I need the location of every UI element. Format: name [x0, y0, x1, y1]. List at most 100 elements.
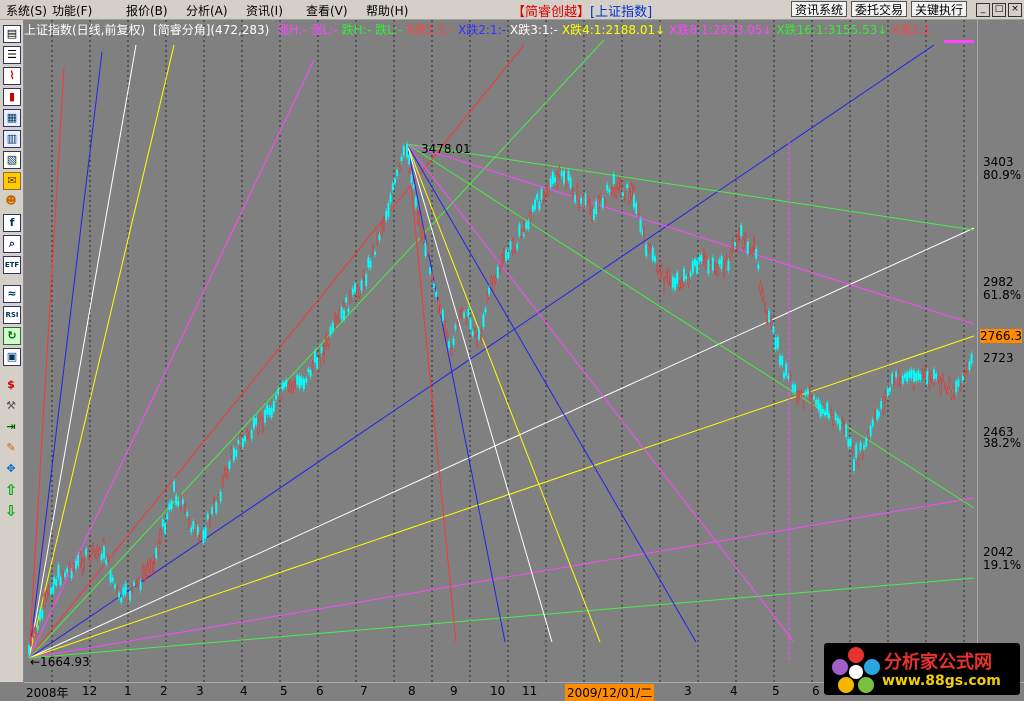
users-icon[interactable]: ☻ — [3, 193, 19, 209]
menu-help[interactable]: 帮助(H) — [366, 2, 408, 19]
candle-body — [30, 636, 33, 645]
wrench-icon[interactable]: ⚒ — [3, 398, 19, 414]
info-system-button[interactable]: 资讯系统 — [791, 1, 848, 17]
rsi-icon[interactable]: RSI — [3, 306, 21, 324]
report-icon[interactable]: ▤ — [3, 25, 21, 43]
flower-logo-icon — [832, 647, 880, 693]
indicator-status-line: 上证指数(日线,前复权) [简睿分角](472,283) 涨H:- 涨L:- 跌H:… — [24, 21, 939, 37]
candle-body — [538, 201, 541, 210]
menu-quote[interactable]: 报价(B) — [126, 2, 168, 19]
zoom-icon[interactable]: ⌕ — [3, 235, 21, 253]
calendar-icon[interactable]: ▣ — [3, 348, 21, 366]
candle-body — [950, 392, 953, 398]
candle-body — [235, 449, 238, 457]
candle-body — [707, 260, 710, 274]
candle-body — [131, 587, 134, 592]
candle-body — [897, 371, 900, 385]
trade-button[interactable]: 委托交易 — [851, 1, 908, 17]
fan-blue-down-2 — [406, 143, 697, 643]
up-arrow-icon[interactable]: ⇧ — [3, 482, 19, 498]
candle-body — [933, 369, 936, 380]
candle-body — [91, 545, 94, 553]
candle-body — [691, 260, 694, 273]
candle-body — [96, 546, 99, 559]
mail-icon[interactable]: ✉ — [3, 172, 21, 190]
price-chart[interactable]: 3478.01 ←1664.93 — [24, 20, 976, 682]
candle-body — [202, 530, 205, 544]
candle-body — [268, 407, 271, 415]
menu-view[interactable]: 查看(V) — [306, 2, 348, 19]
candle-body — [727, 260, 730, 271]
candle-body — [899, 379, 902, 386]
candle-body — [298, 375, 301, 388]
candle-body — [855, 444, 858, 458]
candle-body — [921, 371, 924, 377]
minimize-button[interactable]: _ — [976, 3, 990, 17]
fan-green-down-steep — [406, 143, 975, 509]
fan-yellow-long — [28, 335, 975, 659]
candle-body — [781, 356, 784, 366]
candle-body — [689, 272, 692, 277]
candle-body — [371, 246, 374, 254]
candle-body — [482, 314, 485, 327]
candle-body — [186, 512, 189, 516]
doc-icon[interactable]: ▧ — [3, 151, 21, 169]
line-chart-icon[interactable]: ⌇ — [3, 67, 21, 85]
candle-body — [159, 530, 162, 543]
candle-body — [884, 392, 887, 398]
menu-info[interactable]: 资讯(I) — [246, 2, 283, 19]
candle-body — [296, 375, 299, 385]
candle-body — [259, 414, 262, 419]
export-icon[interactable]: ⇥ — [3, 419, 19, 435]
candle-body — [939, 379, 942, 393]
pencil-icon[interactable]: ✎ — [3, 440, 19, 456]
candle-body — [429, 267, 432, 274]
candle-body — [764, 302, 767, 312]
menu-analysis[interactable]: 分析(A) — [186, 2, 228, 19]
refresh-icon[interactable]: ↻ — [3, 327, 21, 345]
candle-body — [869, 425, 872, 437]
candle-body — [61, 571, 64, 580]
candle-body — [351, 288, 354, 295]
menu-function[interactable]: 功能(F) — [52, 2, 92, 19]
candle-body — [815, 399, 818, 406]
candle-body — [243, 435, 246, 441]
candle-body — [363, 279, 366, 289]
candle-body — [749, 246, 752, 254]
grid-icon[interactable]: ▦ — [3, 109, 21, 127]
table-icon[interactable]: ▥ — [3, 130, 21, 148]
key-execute-button[interactable]: 关键执行 — [911, 1, 968, 17]
candle-body — [261, 419, 264, 432]
list-icon[interactable]: ☰ — [3, 46, 21, 64]
candle-body — [43, 594, 46, 607]
candle-body — [955, 381, 958, 393]
menu-system[interactable]: 系统(S) — [6, 2, 47, 19]
candle-body — [601, 197, 604, 208]
candle-body — [841, 418, 844, 423]
candle-body — [740, 224, 743, 236]
candle-body — [836, 417, 839, 424]
candle-body — [289, 381, 292, 391]
gann-fans — [28, 39, 975, 660]
dollar-icon[interactable]: $ — [3, 377, 19, 393]
move-icon[interactable]: ✥ — [3, 461, 19, 477]
indicator-value: X跌8:1:2833.05↓ — [669, 23, 773, 37]
wave-icon[interactable]: ≈ — [3, 285, 21, 303]
candle-body — [830, 410, 833, 416]
candle-body — [55, 578, 58, 586]
candle-body — [414, 197, 417, 208]
candle-body — [571, 188, 574, 198]
etf-icon[interactable]: ETF — [3, 256, 21, 274]
close-button[interactable]: × — [1008, 3, 1022, 17]
candle-body — [734, 241, 737, 247]
down-arrow-icon[interactable]: ⇩ — [3, 503, 19, 519]
candle-body — [787, 375, 790, 379]
restore-button[interactable]: □ — [992, 3, 1006, 17]
candle-body — [143, 567, 146, 580]
candle-icon[interactable]: ▮ — [3, 88, 21, 106]
fx-icon[interactable]: f — [3, 214, 21, 232]
candle-body — [633, 194, 636, 208]
axis-label: 2982 — [983, 275, 1014, 289]
candle-body — [406, 144, 409, 158]
candle-body — [970, 353, 973, 364]
